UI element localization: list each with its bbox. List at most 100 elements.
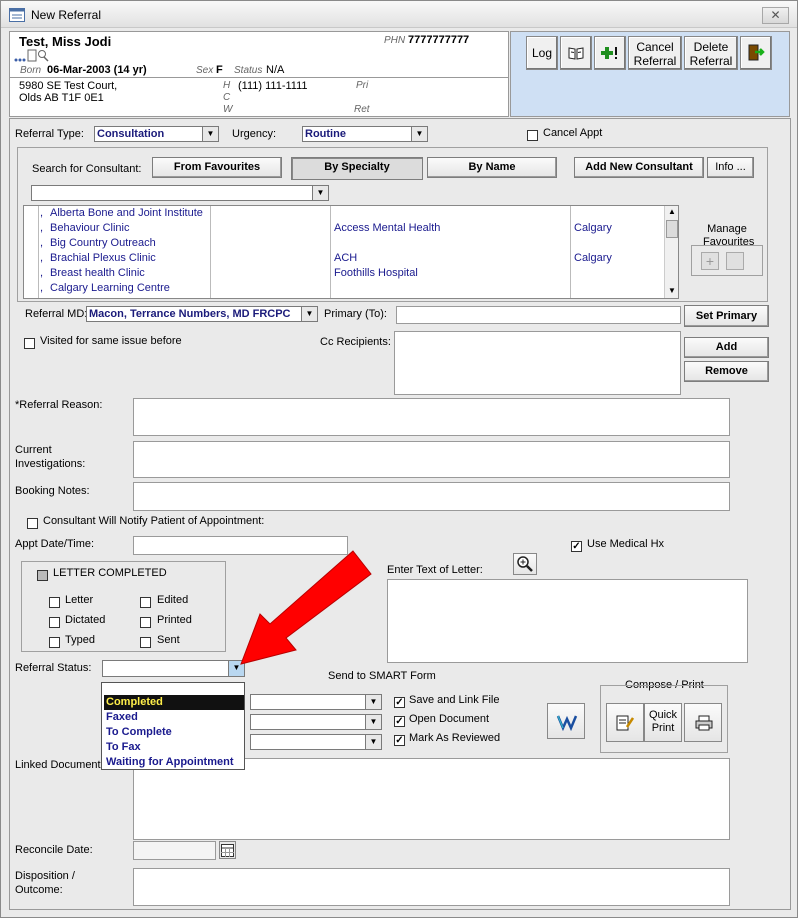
delete-referral-button[interactable]: Delete Referral — [684, 36, 738, 70]
list-scrollbar[interactable]: ▲ ▼ — [664, 206, 678, 298]
add-favourite-icon[interactable]: + — [701, 252, 719, 270]
disposition-label: Disposition / Outcome: — [15, 870, 75, 896]
reconcile-date-label: Reconcile Date: — [15, 844, 93, 856]
add-item-button[interactable] — [594, 36, 626, 70]
use-medical-hx-checkbox[interactable]: ✓ — [571, 541, 582, 552]
book-icon — [568, 47, 584, 60]
dictated-checkbox[interactable] — [49, 617, 60, 628]
smart-form-send-button[interactable] — [547, 703, 585, 739]
chevron-down-icon: ▼ — [365, 715, 381, 729]
list-col-divider — [38, 206, 39, 298]
mark-reviewed-checkbox[interactable]: ✓ — [394, 735, 405, 746]
chevron-down-icon: ▼ — [202, 127, 218, 141]
by-name-button[interactable]: By Name — [427, 157, 557, 178]
typed-label: Typed — [65, 634, 95, 646]
chevron-down-icon: ▼ — [365, 735, 381, 749]
edit-favourites-icon[interactable] — [726, 252, 744, 270]
scroll-thumb[interactable] — [666, 220, 678, 238]
phone-c-label: C — [223, 92, 231, 103]
referral-status-select[interactable]: ▼ — [102, 660, 245, 677]
sent-label: Sent — [157, 634, 180, 646]
consultant-list[interactable]: , Alberta Bone and Joint Institute , Behav… — [23, 205, 679, 299]
referral-form: Referral Type: Consultation ▼ Urgency: R… — [9, 118, 791, 910]
chevron-down-icon: ▼ — [301, 307, 317, 321]
log-button[interactable]: Log — [526, 36, 558, 70]
edited-checkbox[interactable] — [140, 597, 151, 608]
list-col-divider — [570, 206, 571, 298]
phone-w-label: W — [223, 104, 233, 115]
info-button[interactable]: Info ... — [707, 157, 754, 178]
exit-button[interactable] — [740, 36, 772, 70]
zoom-button[interactable] — [513, 553, 537, 575]
phone-h-value: (111) 111-1111 — [238, 80, 308, 92]
from-favourites-button[interactable]: From Favourites — [152, 157, 282, 178]
set-primary-button[interactable]: Set Primary — [684, 305, 769, 327]
disposition-field[interactable] — [133, 868, 730, 906]
save-and-link-checkbox[interactable]: ✓ — [394, 697, 405, 708]
compose-icon — [616, 715, 635, 731]
address-line-1: 5980 SE Test Court, — [19, 80, 118, 92]
specialty-select[interactable]: ▼ — [31, 185, 329, 201]
by-specialty-tab[interactable]: By Specialty — [291, 157, 423, 180]
cancel-referral-button[interactable]: Cancel Referral — [628, 36, 682, 70]
status-value: N/A — [266, 64, 285, 76]
visited-same-issue-checkbox[interactable] — [24, 338, 35, 349]
referral-type-select[interactable]: Consultation ▼ — [94, 126, 219, 142]
patient-header: Test, Miss Jodi PHN 7777777777 Born 06-M… — [9, 31, 509, 117]
scroll-down-icon[interactable]: ▼ — [668, 286, 676, 295]
patient-tools-icon[interactable] — [13, 49, 51, 63]
consultant-notify-label: Consultant Will Notify Patient of Appoin… — [43, 515, 265, 527]
referral-md-select[interactable]: Macon, Terrance Numbers, MD FRCPC ▼ — [86, 306, 318, 322]
print-button[interactable] — [684, 703, 722, 742]
smart-form-select-3[interactable]: ▼ — [250, 734, 382, 750]
status-option-to-complete[interactable]: To Complete — [104, 725, 244, 740]
letter-text-field[interactable] — [387, 579, 748, 663]
status-option-completed[interactable]: Completed — [104, 695, 244, 710]
cancel-appt-checkbox[interactable] — [527, 130, 538, 141]
status-option-to-fax[interactable]: To Fax — [104, 740, 244, 755]
quick-print-button[interactable]: Quick Print — [644, 703, 682, 742]
current-investigations-label: Current Investigations: — [15, 444, 86, 470]
smart-form-select-1[interactable]: ▼ — [250, 694, 382, 710]
letter-checkbox[interactable] — [49, 597, 60, 608]
add-cc-button[interactable]: Add — [684, 337, 769, 358]
primary-to-field[interactable] — [396, 306, 681, 324]
current-investigations-field[interactable] — [133, 441, 730, 478]
book-button[interactable] — [560, 36, 592, 70]
smart-form-icon — [556, 715, 578, 732]
phone-h-label: H — [223, 80, 231, 91]
list-col-divider — [210, 206, 211, 298]
address-line-2: Olds AB T1F 0E1 — [19, 92, 104, 104]
sex-value: F — [216, 64, 223, 76]
consultant-notify-checkbox[interactable] — [27, 518, 38, 529]
referral-reason-field[interactable] — [133, 398, 730, 436]
scroll-up-icon[interactable]: ▲ — [668, 207, 676, 216]
exit-door-icon — [748, 44, 765, 61]
sex-label: Sex — [196, 65, 214, 76]
booking-notes-field[interactable] — [133, 482, 730, 511]
close-button[interactable]: ✕ — [762, 7, 789, 24]
open-document-checkbox[interactable]: ✓ — [394, 716, 405, 727]
compose-button[interactable] — [606, 703, 644, 742]
cancel-appt-label: Cancel Appt — [543, 127, 603, 139]
calendar-icon[interactable] — [219, 841, 236, 859]
sent-checkbox[interactable] — [140, 637, 151, 648]
reconcile-date-field[interactable] — [133, 841, 216, 860]
urgency-select[interactable]: Routine ▼ — [302, 126, 428, 142]
born-label: Born — [20, 65, 42, 76]
urgency-label: Urgency: — [232, 128, 277, 140]
mark-reviewed-label: Mark As Reviewed — [409, 732, 501, 744]
status-option-waiting[interactable]: Waiting for Appointment — [104, 755, 244, 770]
cc-recipients-field[interactable] — [394, 331, 681, 395]
typed-checkbox[interactable] — [49, 637, 60, 648]
remove-cc-button[interactable]: Remove — [684, 361, 769, 382]
add-new-consultant-button[interactable]: Add New Consultant — [574, 157, 704, 178]
list-col-divider — [330, 206, 331, 298]
printed-checkbox[interactable] — [140, 617, 151, 628]
linked-documents-field[interactable] — [133, 758, 730, 840]
primary-to-label: Primary (To): — [324, 308, 387, 320]
referral-status-dropdown[interactable]: Completed Faxed To Complete To Fax Waiti… — [101, 682, 245, 770]
smart-form-select-2[interactable]: ▼ — [250, 714, 382, 730]
status-option-faxed[interactable]: Faxed — [104, 710, 244, 725]
letter-completed-checkbox[interactable] — [37, 570, 48, 581]
